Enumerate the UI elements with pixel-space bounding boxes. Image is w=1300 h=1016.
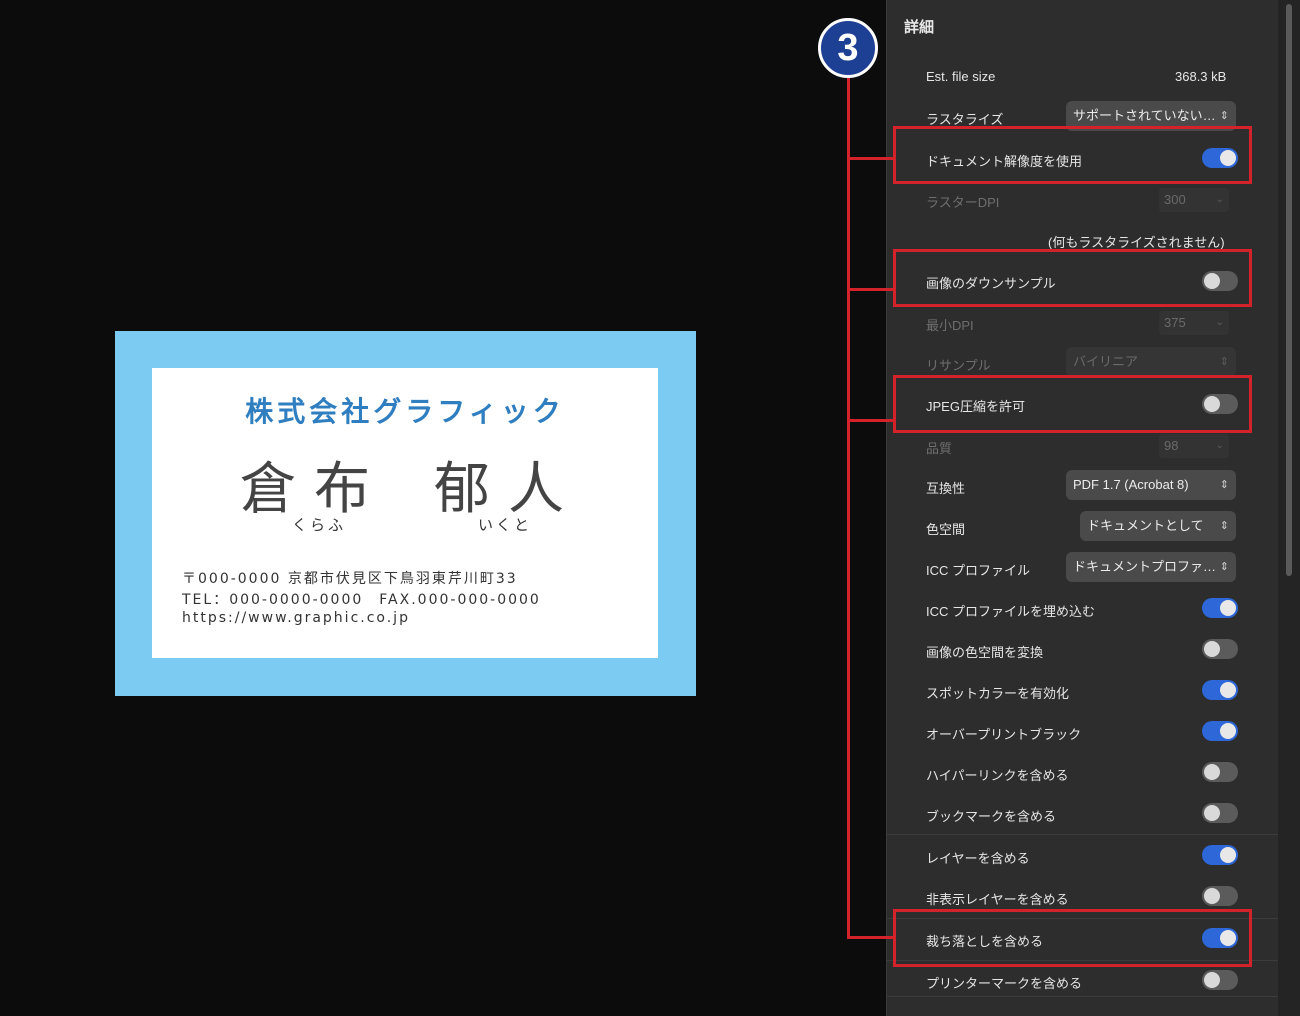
toggle-knob — [1204, 972, 1220, 988]
icc-profile-select[interactable]: ドキュメントプロファ… ⇕ — [1066, 552, 1236, 582]
compatibility-select[interactable]: PDF 1.7 (Acrobat 8) ⇕ — [1066, 470, 1236, 500]
colorspace-select[interactable]: ドキュメントとして ⇕ — [1080, 511, 1236, 541]
chevron-down-icon: ⌄ — [1215, 317, 1224, 328]
raster-dpi-label: ラスターDPI — [926, 195, 1000, 210]
annotation-connector — [847, 157, 894, 160]
include-hyperlinks-label: ハイパーリンクを含める — [926, 768, 1069, 783]
toggle-knob — [1204, 888, 1220, 904]
business-card-face: 株式会社グラフィック 倉布 郁人 くらふ いくと 〒000-0000 京都市伏見… — [152, 368, 658, 658]
annotation-connector — [847, 419, 894, 422]
business-card-preview: 株式会社グラフィック 倉布 郁人 くらふ いくと 〒000-0000 京都市伏見… — [115, 331, 696, 696]
overprint-black-toggle[interactable] — [1202, 721, 1238, 741]
card-url: https://www.graphic.co.jp — [182, 610, 410, 626]
toggle-knob — [1204, 641, 1220, 657]
include-bookmarks-toggle[interactable] — [1202, 803, 1238, 823]
step-number-badge: 3 — [818, 18, 878, 78]
quality-label: 品質 — [926, 441, 953, 456]
annotation-connector — [847, 288, 894, 291]
enable-spot-colors-label: スポットカラーを有効化 — [926, 686, 1070, 701]
include-hyperlinks-toggle[interactable] — [1202, 762, 1238, 782]
card-address: 〒000-0000 京都市伏見区下鳥羽東芹川町33 — [182, 571, 518, 587]
card-family-reading: くらふ — [292, 516, 347, 534]
resample-select[interactable]: バイリニア ⇕ — [1066, 347, 1236, 377]
include-hidden-layers-label: 非表示レイヤーを含める — [926, 892, 1069, 907]
card-given-reading: いくと — [478, 516, 533, 534]
toggle-knob — [1220, 682, 1236, 698]
toggle-knob — [1204, 764, 1220, 780]
card-company-name: 株式会社グラフィック — [245, 395, 565, 428]
icc-profile-label: ICC プロファイル — [926, 563, 1031, 578]
min-dpi-value: 375 — [1164, 315, 1186, 330]
rasterize-select-value: サポートされていない… — [1073, 108, 1216, 123]
annotation-connector — [847, 936, 894, 939]
chevron-updown-icon: ⇕ — [1219, 479, 1229, 491]
icc-profile-select-value: ドキュメントプロファ… — [1073, 559, 1217, 574]
include-bookmarks-label: ブックマークを含める — [926, 809, 1057, 824]
include-layers-toggle[interactable] — [1202, 845, 1238, 865]
toggle-knob — [1220, 847, 1236, 863]
embed-icc-label: ICC プロファイルを埋め込む — [926, 604, 1096, 619]
chevron-down-icon: ⌄ — [1215, 194, 1224, 205]
annotation-bracket-line — [847, 78, 850, 939]
include-printer-marks-toggle[interactable] — [1202, 970, 1238, 990]
compatibility-select-value: PDF 1.7 (Acrobat 8) — [1073, 477, 1189, 492]
overprint-black-label: オーバープリントブラック — [926, 727, 1082, 742]
include-layers-label: レイヤーを含める — [926, 851, 1030, 866]
section-divider — [887, 834, 1278, 835]
quality-value: 98 — [1164, 438, 1179, 453]
file-size-value: 368.3 kB — [1175, 69, 1227, 84]
compatibility-label: 互換性 — [926, 481, 966, 496]
min-dpi-field[interactable]: 375 ⌄ — [1159, 311, 1229, 335]
card-family-name: 倉布 — [240, 457, 388, 522]
panel-title: 詳細 — [904, 19, 935, 36]
raster-dpi-value: 300 — [1164, 192, 1186, 207]
highlight-use-doc-resolution — [893, 126, 1252, 184]
highlight-include-bleed — [893, 909, 1252, 967]
highlight-downsample — [893, 249, 1252, 307]
chevron-down-icon: ⌄ — [1215, 440, 1224, 451]
quality-field[interactable]: 98 ⌄ — [1159, 434, 1229, 458]
panel-scrollbar-thumb[interactable] — [1286, 4, 1292, 576]
card-given-name: 郁人 — [434, 457, 582, 522]
resample-label: リサンプル — [926, 358, 991, 373]
include-hidden-layers-toggle[interactable] — [1202, 886, 1238, 906]
convert-image-colorspace-toggle[interactable] — [1202, 639, 1238, 659]
toggle-knob — [1204, 805, 1220, 821]
chevron-updown-icon: ⇕ — [1219, 561, 1229, 573]
raster-dpi-field[interactable]: 300 ⌄ — [1159, 188, 1229, 212]
resample-select-value: バイリニア — [1073, 354, 1139, 369]
toggle-knob — [1220, 600, 1236, 616]
colorspace-select-value: ドキュメントとして — [1087, 518, 1204, 533]
card-contact: TEL：000-0000-0000 FAX.000-000-0000 — [182, 592, 541, 608]
enable-spot-colors-toggle[interactable] — [1202, 680, 1238, 700]
toggle-knob — [1220, 723, 1236, 739]
chevron-updown-icon: ⇕ — [1219, 520, 1229, 532]
min-dpi-label: 最小DPI — [926, 318, 974, 333]
chevron-updown-icon: ⇕ — [1219, 356, 1229, 368]
convert-image-colorspace-label: 画像の色空間を変換 — [926, 645, 1044, 660]
highlight-jpeg-compression — [893, 375, 1252, 433]
colorspace-label: 色空間 — [926, 522, 966, 537]
section-divider — [887, 996, 1278, 997]
file-size-label: Est. file size — [926, 69, 996, 84]
embed-icc-toggle[interactable] — [1202, 598, 1238, 618]
include-printer-marks-label: プリンターマークを含める — [926, 976, 1083, 991]
